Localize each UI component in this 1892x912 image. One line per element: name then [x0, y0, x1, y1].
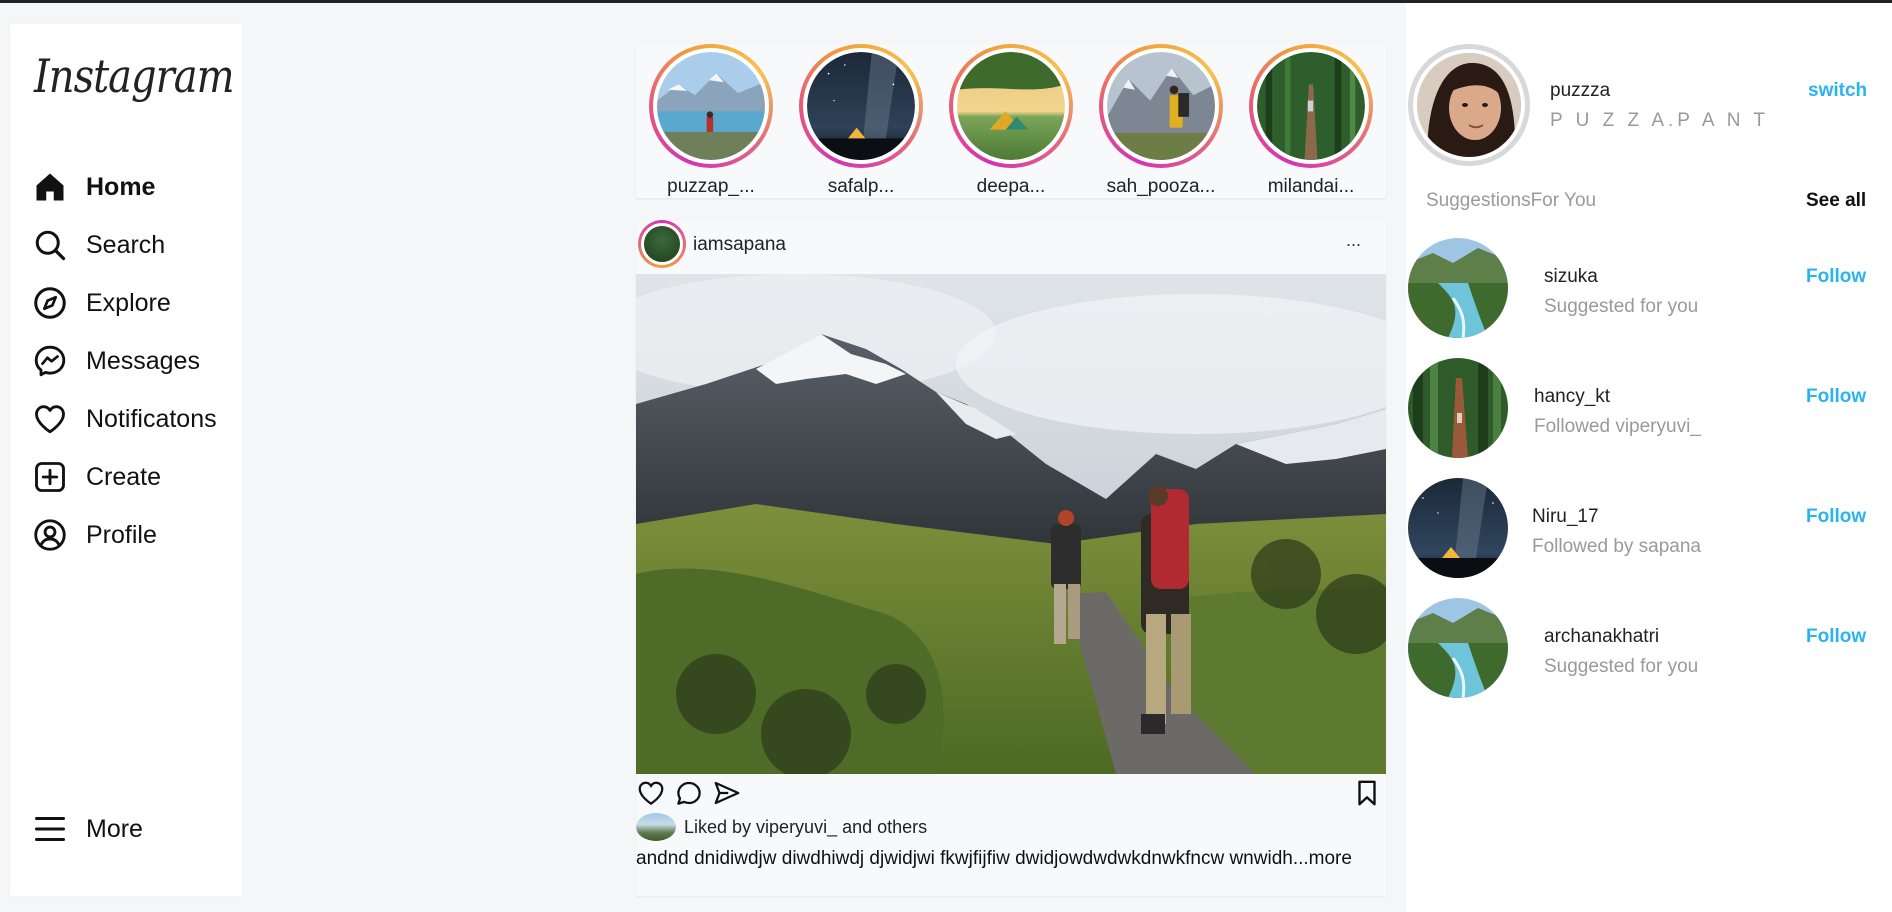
sidebar-item-notifications[interactable]: Notificatons	[32, 399, 217, 439]
sidebar: Instagram Home Search Explore Messages N…	[10, 24, 242, 896]
suggestion-reason: Suggested for you	[1544, 656, 1699, 677]
sidebar-item-label: Messages	[86, 346, 200, 375]
suggestions-title: SuggestionsFor You	[1426, 190, 1597, 211]
story-username: sah_pooza...	[1106, 176, 1216, 197]
sidebar-item-more[interactable]: More	[32, 809, 143, 849]
follow-button[interactable]: Follow	[1806, 506, 1866, 528]
sidebar-item-label: Notificatons	[86, 404, 217, 433]
river-photo	[1408, 598, 1508, 698]
story-ring	[1099, 44, 1223, 168]
post-options-button[interactable]: ...	[1346, 230, 1361, 251]
sidebar-item-home[interactable]: Home	[32, 167, 155, 207]
see-all-link[interactable]: See all	[1806, 190, 1866, 212]
suggestion-username[interactable]: Niru_17	[1532, 506, 1599, 528]
liked-by-text: Liked by viperyuvi_ and others	[684, 816, 928, 837]
caption-text: andnd dnidiwdjw diwdhiwdj djwidjwi fkwjf…	[636, 848, 1293, 869]
suggestion-reason: Suggested for you	[1544, 296, 1699, 317]
share-icon[interactable]	[712, 778, 742, 808]
sidebar-item-label: More	[86, 814, 143, 843]
plus-square-icon	[35, 462, 65, 492]
sidebar-item-explore[interactable]: Explore	[32, 283, 171, 323]
hiker-front	[1141, 486, 1191, 734]
story-thumbnail	[1257, 52, 1365, 160]
suggestion-username[interactable]: hancy_kt	[1534, 386, 1610, 408]
sidebar-item-messages[interactable]: Messages	[32, 341, 200, 381]
sidebar-item-label: Home	[86, 172, 156, 201]
follow-button[interactable]: Follow	[1806, 386, 1866, 408]
forest-photo	[1408, 358, 1508, 458]
suggestion-reason: Followed by sapana	[1532, 536, 1701, 557]
bookmark-icon[interactable]	[1352, 778, 1382, 808]
follow-button[interactable]: Follow	[1806, 626, 1866, 648]
story-username: deepa...	[976, 176, 1046, 197]
feed-post: iamsapana ... Liked by viperyuvi_ and ot…	[636, 220, 1386, 896]
story-item[interactable]: safalp...	[786, 44, 936, 198]
story-username: puzzap_...	[667, 176, 755, 197]
current-user-avatar[interactable]	[1408, 44, 1530, 166]
compass-icon	[34, 287, 66, 319]
heart-icon[interactable]	[636, 778, 666, 808]
sidebar-item-create[interactable]: Create	[32, 457, 161, 497]
suggestion-reason: Followed viperyuvi_	[1534, 416, 1701, 437]
sidebar-item-profile[interactable]: Profile	[32, 515, 157, 555]
suggestion-row: hancy_kt Followed viperyuvi_ Follow	[1408, 358, 1878, 458]
suggestion-avatar[interactable]	[1408, 598, 1508, 698]
sidebar-item-label: Explore	[86, 288, 171, 317]
story-thumbnail	[657, 52, 765, 160]
story-ring	[649, 44, 773, 168]
home-icon	[36, 173, 64, 201]
menu-icon	[35, 817, 65, 841]
night-tent-photo	[1408, 478, 1508, 578]
messenger-icon	[34, 345, 66, 377]
story-ring	[799, 44, 923, 168]
story-item[interactable]: milandai...	[1236, 44, 1386, 198]
current-user-fullname: P U Z Z A.P A N T	[1550, 110, 1770, 131]
follow-button[interactable]: Follow	[1806, 266, 1866, 288]
suggestion-row: archanakhatri Suggested for you Follow	[1408, 598, 1878, 698]
suggestion-username[interactable]: sizuka	[1544, 266, 1598, 288]
suggestion-avatar[interactable]	[1408, 478, 1508, 578]
story-ring	[949, 44, 1073, 168]
sidebar-item-label: Create	[86, 462, 162, 491]
post-actions	[636, 778, 1386, 810]
hiker-back	[1051, 510, 1081, 644]
suggestion-username[interactable]: archanakhatri	[1544, 626, 1659, 648]
post-caption: andnd dnidiwdjw diwdhiwdj djwidjwi fkwjf…	[636, 844, 1376, 874]
suggestion-avatar[interactable]	[1408, 238, 1508, 338]
sidebar-item-label: Profile	[86, 520, 157, 549]
story-ring	[1249, 44, 1373, 168]
river-photo	[1408, 238, 1508, 338]
liker-avatar	[636, 813, 676, 841]
user-circle-icon	[34, 519, 66, 551]
sidebar-item-label: Search	[86, 230, 166, 259]
comment-icon[interactable]	[674, 778, 704, 808]
hikers-mountain-photo	[636, 274, 1386, 774]
story-item[interactable]: deepa...	[936, 44, 1086, 198]
sidebar-item-search[interactable]: Search	[32, 225, 165, 265]
current-user-username[interactable]: puzzza	[1550, 80, 1610, 102]
instagram-logo[interactable]: Instagram	[34, 51, 235, 104]
search-icon	[35, 230, 66, 261]
suggestion-row: Niru_17 Followed by sapana Follow	[1408, 478, 1878, 578]
post-author-username[interactable]: iamsapana	[693, 234, 786, 256]
suggestion-avatar[interactable]	[1408, 358, 1508, 458]
liked-by-row[interactable]: Liked by viperyuvi_ and others	[636, 812, 927, 842]
story-thumbnail	[807, 52, 915, 160]
caption-more-link[interactable]: ...more	[1293, 848, 1352, 869]
story-thumbnail	[1107, 52, 1215, 160]
story-item[interactable]: sah_pooza...	[1086, 44, 1236, 198]
stories-tray: puzzap_... safalp... deepa... sah_pooza.…	[636, 44, 1386, 198]
suggestion-row: sizuka Suggested for you Follow	[1408, 238, 1878, 338]
story-thumbnail	[957, 52, 1065, 160]
story-username: safalp...	[827, 176, 895, 197]
story-username: milandai...	[1267, 176, 1355, 197]
post-image[interactable]	[636, 274, 1386, 774]
switch-account-link[interactable]: switch	[1808, 80, 1867, 102]
post-author-avatar[interactable]	[638, 220, 686, 268]
post-header: iamsapana ...	[636, 220, 1386, 274]
story-item[interactable]: puzzap_...	[636, 44, 786, 198]
heart-icon	[35, 405, 65, 434]
profile-photo	[1417, 53, 1521, 157]
